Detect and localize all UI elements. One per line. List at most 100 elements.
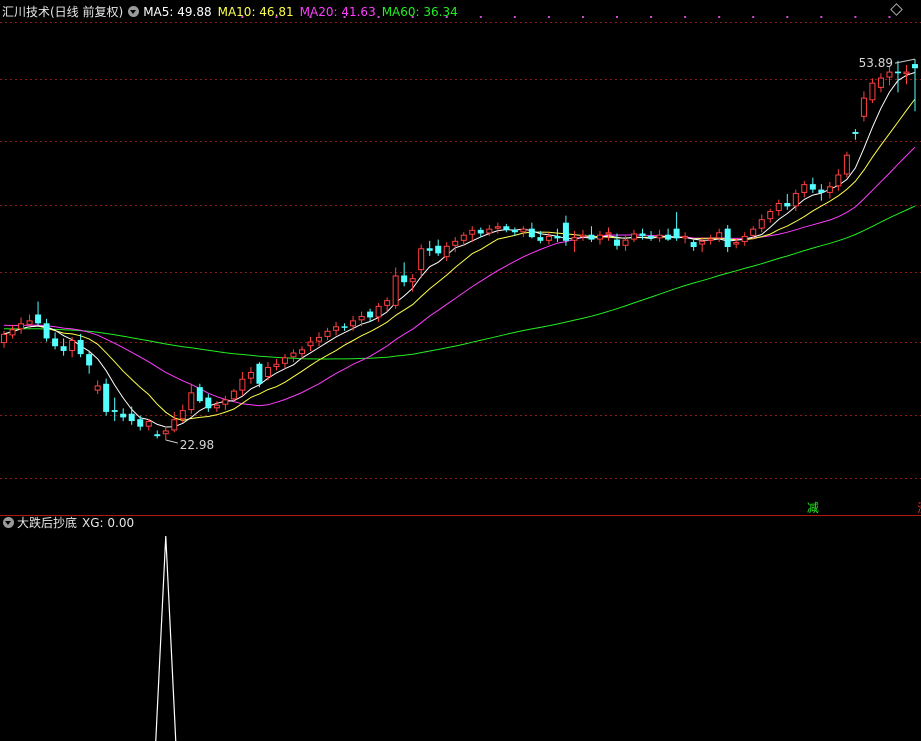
ma20-line — [3, 146, 916, 407]
candle — [503, 223, 510, 233]
chevron-down-icon[interactable] — [3, 517, 14, 528]
candle-body — [784, 202, 791, 207]
candle-body — [324, 330, 331, 337]
candle-body — [707, 238, 714, 241]
candle — [656, 229, 663, 243]
main-panel-header: 汇川技术(日线 前复权) MA5: 49.88 MA10: 46.81 MA20: 4… — [2, 3, 464, 21]
candle-body — [835, 174, 842, 187]
candle — [699, 237, 706, 253]
ma10-line — [3, 98, 916, 422]
candle-body — [230, 390, 237, 400]
candle-body — [171, 419, 178, 431]
candle — [290, 349, 297, 363]
ma60-label: MA60: 36.34 — [381, 5, 458, 19]
chart-canvas: 53.89 22.98 减涨$ — [0, 16, 921, 741]
candle-body — [452, 240, 459, 246]
candle-body — [775, 202, 782, 211]
candle — [690, 238, 697, 251]
top-marker-dot — [752, 16, 755, 18]
candle-body — [894, 71, 901, 74]
candle — [435, 239, 442, 256]
candle — [18, 317, 25, 334]
signal-marker: 减 — [807, 501, 819, 515]
candle-body — [162, 430, 169, 435]
top-marker-dot — [581, 16, 584, 18]
candle — [196, 383, 203, 403]
candle-body — [579, 234, 586, 238]
candle-body — [554, 235, 561, 239]
candle-body — [486, 228, 493, 234]
candle — [912, 59, 918, 112]
candle — [443, 242, 450, 262]
candle — [758, 214, 765, 233]
candle — [247, 367, 254, 384]
candle — [775, 199, 782, 216]
candle — [648, 231, 655, 241]
candle — [665, 228, 672, 241]
candle-body — [435, 245, 442, 254]
top-marker-dot — [684, 16, 687, 18]
candle-body — [767, 210, 774, 220]
candle — [852, 129, 859, 140]
indicator-title[interactable]: 大跌后抄底 — [17, 516, 77, 530]
top-marker-dot — [786, 16, 789, 18]
stock-title[interactable]: 汇川技术(日线 前复权) — [2, 5, 123, 19]
xg-spike-line — [155, 535, 177, 741]
candle-body — [724, 228, 731, 248]
candle — [60, 338, 67, 356]
candle — [588, 226, 595, 243]
price-annotations: 53.89 22.98 — [165, 56, 916, 452]
candle-body — [443, 245, 450, 258]
candlestick-series — [1, 59, 918, 441]
high-price-label: 53.89 — [859, 56, 893, 70]
candle — [103, 378, 110, 416]
candle-body — [716, 232, 723, 239]
candle-body — [18, 323, 25, 330]
candle-body — [1, 333, 7, 344]
candle-body — [384, 300, 391, 306]
candle — [188, 383, 195, 414]
candle — [333, 321, 340, 336]
ma20-label: MA20: 41.63 — [299, 5, 376, 19]
candle — [596, 231, 603, 245]
candle-body — [460, 234, 467, 241]
candle-body — [222, 399, 229, 405]
candle-body — [358, 315, 365, 321]
candle-body — [418, 248, 425, 271]
candle-body — [605, 232, 612, 235]
candle-body — [792, 192, 799, 207]
candle-body — [69, 339, 76, 351]
candle-body — [43, 323, 50, 339]
candle — [94, 380, 101, 395]
candle — [128, 406, 135, 425]
candle-body — [213, 404, 220, 409]
candle-body — [511, 229, 518, 233]
candle-body — [52, 338, 59, 347]
candle — [741, 232, 748, 246]
candle — [614, 233, 621, 250]
candle-body — [673, 228, 680, 239]
low-leader-line — [165, 439, 178, 444]
candle — [35, 301, 42, 325]
chevron-down-icon[interactable] — [128, 6, 140, 17]
candle-body — [596, 234, 603, 240]
candle — [273, 358, 280, 371]
candle-body — [852, 131, 859, 134]
top-marker-dot — [650, 16, 653, 18]
candle — [579, 229, 586, 241]
candle — [869, 78, 876, 104]
top-marker-dot — [547, 16, 550, 18]
candle-body — [631, 233, 638, 240]
candle-body — [494, 226, 501, 229]
candle-body — [128, 413, 135, 422]
top-marker-dot — [513, 16, 516, 18]
candle — [520, 226, 527, 238]
candle — [120, 408, 127, 422]
candle-body — [912, 64, 918, 69]
top-marker-dot — [888, 16, 891, 18]
candle-body — [869, 82, 876, 101]
candle-body — [367, 311, 374, 318]
candle — [784, 194, 791, 210]
candle — [341, 323, 348, 331]
top-marker-dot — [718, 16, 721, 18]
